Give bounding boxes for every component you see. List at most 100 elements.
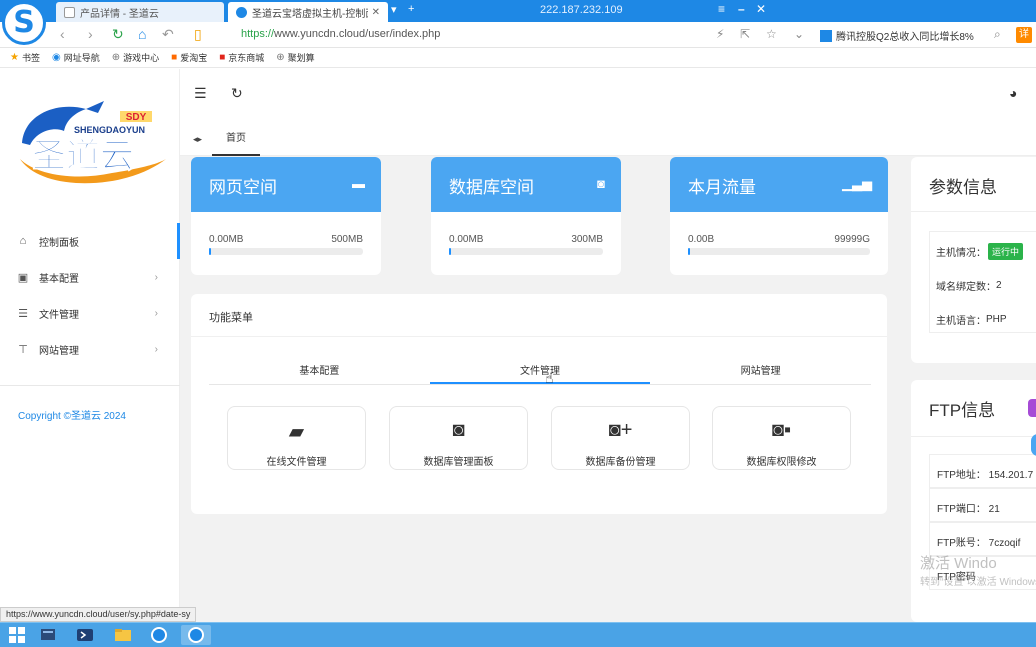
sidebar-item-dashboard[interactable]: ⌂ 控制面板 [0,223,180,259]
tab-list-icon[interactable]: ▾ [391,3,397,16]
minimize-icon[interactable]: – [738,2,745,16]
refresh-page-icon[interactable]: ↻ [231,85,243,102]
lightning-icon[interactable]: ⚡ [716,27,724,41]
globe-icon: ⊕ [276,52,285,63]
sidebar: SDY SHENGDAOYUN 圣道云 ⌂ 控制面板 ▣ 基本配置 › ☰ 文件… [0,69,180,622]
taskbar-browser[interactable] [144,625,174,645]
search-icon[interactable]: ⌕ [994,27,1001,42]
function-menu-card: 功能菜单 基本配置 文件管理 网站管理 ▰ 在线文件管理 ◙ 数据库管理面板 ◙… [191,294,887,514]
svg-text:SHENGDAOYUN: SHENGDAOYUN [74,125,145,135]
sidebar-item-label: 网站管理 [39,345,79,357]
tab-home[interactable]: 首页 [212,121,260,156]
bookmark-item[interactable]: ⊕ 游戏中心 [112,51,159,64]
bookmark-item[interactable]: ◉ 网址导航 [52,51,100,64]
button-label: 在线文件管理 [266,457,327,468]
floating-help-button[interactable] [1031,434,1036,456]
forward-icon[interactable]: › [88,26,93,42]
new-tab-icon[interactable]: + [408,3,414,15]
header-bar: ☰ ↻ ◕ [180,69,1036,121]
close-tab-icon[interactable]: ✕ [372,7,380,18]
chevron-right-icon: › [154,343,158,355]
sidebar-item-site-management[interactable]: ⊤ 网站管理 › [0,331,180,367]
svg-text:圣道云: 圣道云 [32,136,134,176]
windows-taskbar [0,622,1036,647]
usage-progress-fill [688,248,690,255]
host-status-row: 主机情况： 运行中 [936,243,1024,260]
usage-progress-bar [688,248,870,255]
ftp-account-row: FTP账号： 7czoqif [929,522,1036,556]
online-file-manager-button[interactable]: ▰ 在线文件管理 [227,406,366,470]
bookmark-item[interactable]: ■ 爱淘宝 [171,51,207,64]
bookmark-label: 爱淘宝 [180,53,208,63]
ftp-badge-icon[interactable] [1028,399,1036,417]
undo-icon[interactable]: ↶ [162,26,174,43]
bookmark-item[interactable]: ■ 京东商城 [219,51,264,64]
page-content: SDY SHENGDAOYUN 圣道云 ⌂ 控制面板 ▣ 基本配置 › ☰ 文件… [0,69,1036,622]
stat-title: 数据库空间 [449,178,534,197]
reader-icon[interactable]: ▯ [194,26,202,43]
menu-icon[interactable]: ≡ [718,2,725,16]
stat-values: 0.00MB 500MB [209,234,363,245]
star-icon[interactable]: ☆ [766,27,777,41]
domain-count-label: 域名绑定数： [936,282,996,293]
dropdown-icon[interactable]: ⌄ [794,27,804,41]
share-icon[interactable]: ⇱ [740,27,750,41]
button-label: 数据库备份管理 [585,457,656,468]
ftp-address-row: FTP地址： 154.201.7 [929,454,1036,488]
bookmark-label: 网址导航 [63,53,100,63]
browser-tab-control-panel[interactable]: 圣道云宝塔虚拟主机-控制面板 ✕ [228,2,388,22]
domain-count-row: 域名绑定数： 2 [936,278,1002,293]
browser-titlebar: 产品详情 - 圣道云 圣道云宝塔虚拟主机-控制面板 ✕ ▾ + 222.187.… [0,0,1036,22]
bookmark-label: 游戏中心 [123,53,160,63]
bookmark-item[interactable]: ⊕ 聚划算 [276,51,314,64]
chevron-right-icon: › [154,271,158,283]
copyright-text: Copyright ©圣道云 2024 [18,411,126,422]
page-favicon-icon [64,6,75,18]
database-backup-button[interactable]: ◙+ 数据库备份管理 [551,406,690,470]
server-ip: 222.187.232.109 [540,4,623,16]
server-icon: ▬ [352,176,365,191]
page-favicon-icon [236,6,247,18]
stat-used: 0.00MB [449,234,484,245]
stat-total: 500MB [331,234,363,245]
news-icon [820,29,832,42]
sidebar-menu: ⌂ 控制面板 ▣ 基本配置 › ☰ 文件管理 › ⊤ 网站管理 › [0,223,180,367]
extension-icon[interactable]: 详 [1016,27,1032,43]
taskbar-powershell[interactable] [70,625,100,645]
stat-values: 0.00B 99999G [688,234,870,245]
bookmark-item[interactable]: ★ 书签 [10,51,40,64]
browser-logo-icon[interactable]: S [2,1,46,45]
address-bar[interactable]: https://www.yuncdn.cloud/user/index.php [241,28,440,40]
divider [911,211,1036,212]
svg-text:SDY: SDY [126,112,147,123]
sidebar-item-file-management[interactable]: ☰ 文件管理 › [0,295,180,331]
tab-file-management[interactable]: 文件管理 [429,357,651,384]
browser-tab-product[interactable]: 产品详情 - 圣道云 [56,2,224,22]
tab-label: 产品详情 - 圣道云 [80,8,159,20]
database-panel-button[interactable]: ◙ 数据库管理面板 [389,406,528,470]
sidebar-item-label: 控制面板 [39,237,79,249]
theme-palette-icon[interactable]: ◕ [1009,85,1017,101]
close-window-icon[interactable]: ✕ [756,2,766,16]
database-permission-button[interactable]: ◙▪ 数据库权限修改 [712,406,851,470]
refresh-icon[interactable]: ↻ [112,26,124,43]
taskbar-file-explorer[interactable] [108,625,138,645]
taskbar-server-manager[interactable] [34,625,64,645]
news-ticker[interactable]: 腾讯控股Q2总收入同比增长8% [820,28,974,43]
usage-progress-bar [449,248,603,255]
taskbar-browser-active[interactable] [181,625,211,645]
tab-scroll-left-icon[interactable]: ◂▸ [193,134,202,145]
mouse-cursor-icon: ☝ [545,370,554,386]
language-value: PHP [986,314,1007,325]
params-title: 参数信息 [929,178,997,197]
tab-site-management[interactable]: 网站管理 [650,357,871,384]
sidebar-item-label: 基本配置 [39,273,79,285]
sidebar-item-basic-config[interactable]: ▣ 基本配置 › [0,259,180,295]
home-page-icon[interactable]: ⌂ [138,26,146,42]
site-logo[interactable]: SDY SHENGDAOYUN 圣道云 [16,99,168,187]
back-icon[interactable]: ‹ [60,26,65,42]
menu-toggle-icon[interactable]: ☰ [194,85,207,102]
tab-basic-config[interactable]: 基本配置 [209,357,430,384]
start-button[interactable] [2,625,32,645]
globe-icon: ◉ [51,52,61,63]
